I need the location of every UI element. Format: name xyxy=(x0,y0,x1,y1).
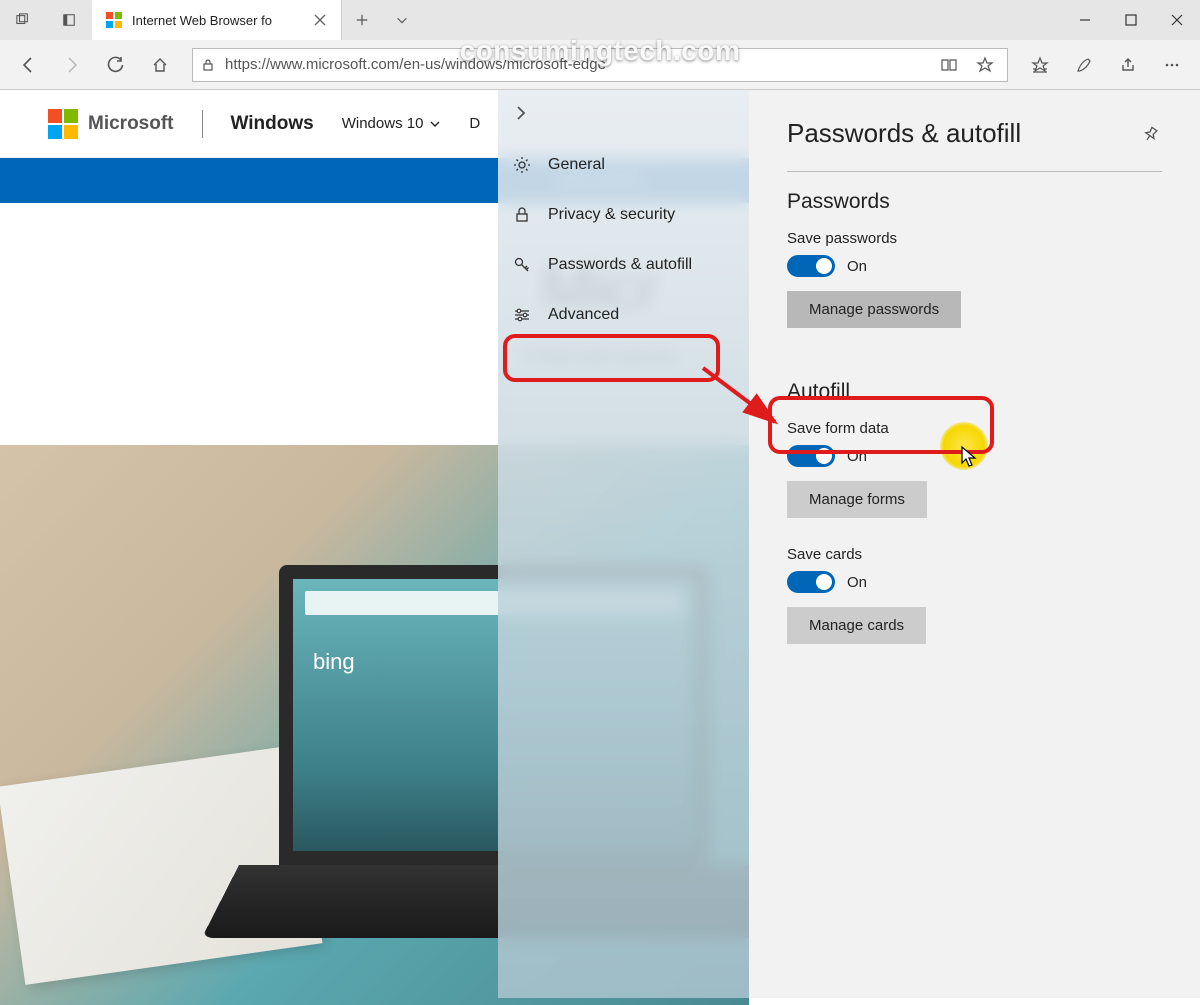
manage-cards-label: Manage cards xyxy=(809,617,904,634)
tab-actions-button[interactable] xyxy=(0,0,46,40)
lock-icon xyxy=(201,58,217,72)
gear-icon xyxy=(512,156,532,174)
save-cards-toggle[interactable]: On xyxy=(787,571,1162,593)
lock-icon xyxy=(512,206,532,224)
refresh-button[interactable] xyxy=(96,45,136,85)
reading-view-icon[interactable] xyxy=(935,56,963,74)
browser-tab[interactable]: Internet Web Browser fo xyxy=(92,0,342,40)
sidebar-item-label: General xyxy=(548,156,605,174)
notes-button[interactable] xyxy=(1064,45,1104,85)
sidebar-item-label: Passwords & autofill xyxy=(548,256,692,274)
toggle-switch-icon xyxy=(787,255,835,277)
sidebar-item-general[interactable]: General xyxy=(498,140,749,190)
address-bar[interactable]: https://www.microsoft.com/en-us/windows/… xyxy=(192,48,1008,82)
sidebar-item-advanced[interactable]: Advanced xyxy=(498,290,749,340)
manage-passwords-label: Manage passwords xyxy=(809,301,939,318)
toggle-switch-icon xyxy=(787,445,835,467)
manage-cards-button[interactable]: Manage cards xyxy=(787,607,926,644)
save-form-data-toggle[interactable]: On xyxy=(787,445,1162,467)
pin-icon[interactable] xyxy=(1142,125,1162,143)
manage-forms-button[interactable]: Manage forms xyxy=(787,481,927,518)
page-viewport: Microsoft Windows Windows 10 D Shop Wind… xyxy=(0,90,1200,998)
autofill-heading: Autofill xyxy=(787,380,1162,404)
windows10-menu-label: Windows 10 xyxy=(342,115,424,132)
panel-title: Passwords & autofill xyxy=(787,118,1021,149)
settings-detail-panel: Passwords & autofill Passwords Save pass… xyxy=(749,90,1200,998)
tab-dropdown-button[interactable] xyxy=(382,0,422,40)
chevron-down-icon xyxy=(429,118,441,130)
home-button[interactable] xyxy=(140,45,180,85)
sidebar-item-privacy[interactable]: Privacy & security xyxy=(498,190,749,240)
key-icon xyxy=(512,256,532,274)
url-text: https://www.microsoft.com/en-us/windows/… xyxy=(225,56,927,73)
toggle-state: On xyxy=(847,448,867,465)
save-cards-label: Save cards xyxy=(787,546,1162,563)
ms-logo-icon xyxy=(48,109,78,139)
window-maximize-button[interactable] xyxy=(1108,0,1154,40)
manage-passwords-button[interactable]: Manage passwords xyxy=(787,291,961,328)
favorites-button[interactable] xyxy=(1020,45,1060,85)
ms-logo-text: Microsoft xyxy=(88,113,174,135)
sliders-icon xyxy=(512,306,532,324)
back-button[interactable] xyxy=(8,45,48,85)
chevron-right-icon[interactable] xyxy=(512,104,534,126)
save-form-data-label: Save form data xyxy=(787,420,1162,437)
sidebar-item-label: Privacy & security xyxy=(548,206,675,224)
window-close-button[interactable] xyxy=(1154,0,1200,40)
manage-forms-label: Manage forms xyxy=(809,491,905,508)
bing-logo-text: bing xyxy=(313,649,355,675)
more-button[interactable] xyxy=(1152,45,1192,85)
windows10-menu[interactable]: Windows 10 xyxy=(342,115,442,132)
sidebar-item-label: Advanced xyxy=(548,306,619,324)
save-passwords-toggle[interactable]: On xyxy=(787,255,1162,277)
sidebar-item-passwords-autofill[interactable]: Passwords & autofill xyxy=(498,240,749,290)
forward-button[interactable] xyxy=(52,45,92,85)
favorite-star-icon[interactable] xyxy=(971,56,999,74)
settings-sidebar: General Privacy & security Passwords & a… xyxy=(498,90,749,998)
set-aside-tabs-button[interactable] xyxy=(46,0,92,40)
close-tab-icon[interactable] xyxy=(313,13,327,27)
header-divider xyxy=(202,110,203,138)
windows-section-link[interactable]: Windows xyxy=(231,113,314,135)
microsoft-logo[interactable]: Microsoft xyxy=(48,109,174,139)
toggle-switch-icon xyxy=(787,571,835,593)
window-minimize-button[interactable] xyxy=(1062,0,1108,40)
toggle-state: On xyxy=(847,574,867,591)
passwords-heading: Passwords xyxy=(787,190,1162,214)
window-titlebar: Internet Web Browser fo xyxy=(0,0,1200,40)
save-passwords-label: Save passwords xyxy=(787,230,1162,247)
edge-favicon-icon xyxy=(106,12,122,28)
share-button[interactable] xyxy=(1108,45,1148,85)
toggle-state: On xyxy=(847,258,867,275)
panel-divider xyxy=(787,171,1162,172)
header-menu-cut[interactable]: D xyxy=(469,115,480,132)
tab-title: Internet Web Browser fo xyxy=(132,13,303,28)
browser-toolbar: https://www.microsoft.com/en-us/windows/… xyxy=(0,40,1200,90)
new-tab-button[interactable] xyxy=(342,0,382,40)
